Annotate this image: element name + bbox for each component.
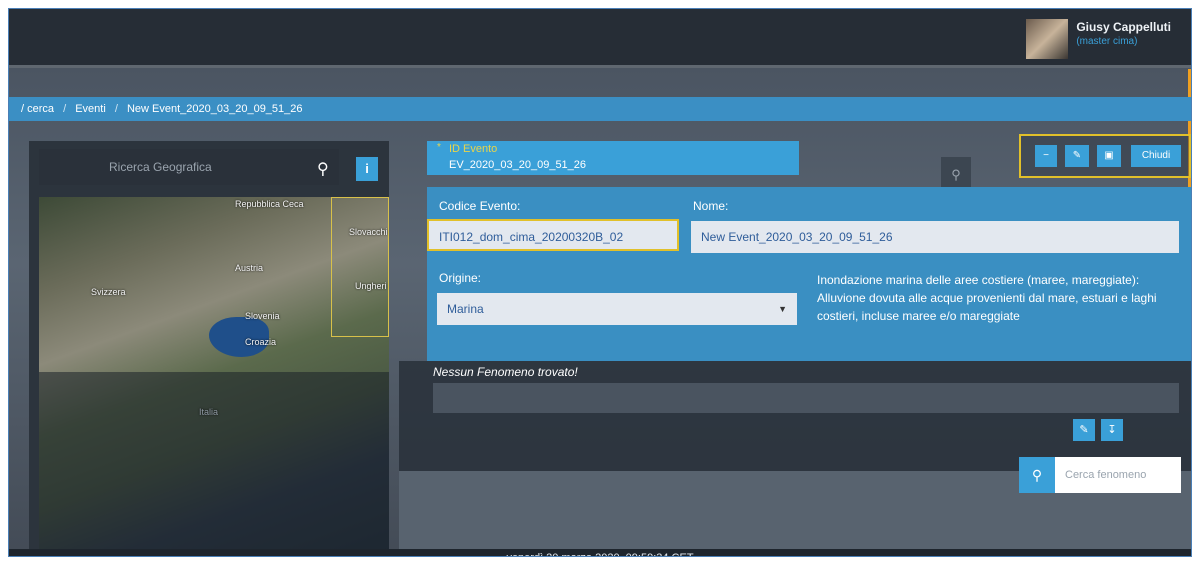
origine-description: Inondazione marina delle aree costiere (…: [817, 273, 1157, 323]
satellite-map[interactable]: Repubblica Ceca Slovacchi Austria Ungher…: [39, 197, 389, 551]
fenomeno-section: Nessun Fenomeno trovato! ✎ ↧: [399, 361, 1191, 471]
origine-value: Marina: [447, 302, 484, 316]
id-evento-box: * ID Evento EV_2020_03_20_09_51_26: [427, 141, 799, 175]
cerca-fenomeno-input[interactable]: Cerca fenomeno: [1065, 457, 1146, 493]
breadcrumb-separator: /: [63, 103, 67, 115]
top-header: Giusy Cappelluti (master cima): [9, 9, 1191, 65]
user-name: Giusy Cappelluti: [1076, 20, 1171, 34]
search-icon[interactable]: ⚲: [317, 159, 329, 179]
chiudi-button[interactable]: Chiudi: [1131, 145, 1181, 167]
codice-evento-label: Codice Evento:: [439, 199, 521, 213]
search-icon[interactable]: ⚲: [1019, 457, 1055, 493]
pencil-icon[interactable]: ✎: [1073, 419, 1095, 441]
nome-field[interactable]: New Event_2020_03_20_09_51_26: [691, 221, 1179, 253]
breadcrumb-separator: /: [114, 103, 118, 115]
save-icon[interactable]: ▣: [1097, 145, 1121, 167]
geo-search-input[interactable]: Ricerca Geografica: [39, 149, 339, 185]
action-toolbar: − ✎ ▣ Chiudi: [1019, 134, 1191, 178]
download-icon[interactable]: ↧: [1101, 419, 1123, 441]
edit-icon[interactable]: ✎: [1065, 145, 1089, 167]
breadcrumb-cerca[interactable]: / cerca: [21, 103, 54, 115]
map-label-slovenia: Slovenia: [245, 311, 280, 321]
breadcrumb: / cerca / Eventi / New Event_2020_03_20_…: [9, 97, 1191, 121]
geo-panel: Ricerca Geografica ⚲ i Repubblica Ceca S…: [29, 141, 389, 551]
avatar[interactable]: [1026, 19, 1069, 59]
codice-evento-field[interactable]: ITI012_dom_cima_20200320B_02: [427, 219, 679, 251]
origine-label: Origine:: [439, 271, 482, 285]
id-evento-label: ID Evento: [449, 143, 498, 155]
app-window: Giusy Cappelluti (master cima) / cerca /…: [8, 8, 1192, 557]
id-evento-value: EV_2020_03_20_09_51_26: [449, 159, 587, 171]
status-footer: venerdì 20 marzo 2020, 09:59:34 CET: [9, 549, 1191, 556]
map-selection-box: [331, 197, 389, 337]
minus-icon[interactable]: −: [1035, 145, 1057, 167]
no-fenomeno-message: Nessun Fenomeno trovato!: [433, 365, 578, 379]
cerca-fenomeno-box[interactable]: ⚲ Cerca fenomeno: [1019, 457, 1181, 493]
map-label-ceca: Repubblica Ceca: [235, 199, 304, 209]
event-form: Codice Evento: ITI012_dom_cima_20200320B…: [427, 187, 1191, 361]
map-overlay: [39, 372, 389, 551]
breadcrumb-eventi[interactable]: Eventi: [75, 103, 106, 115]
user-menu[interactable]: Giusy Cappelluti (master cima): [1026, 19, 1171, 59]
info-button[interactable]: i: [356, 157, 378, 181]
map-label-italia: Italia: [199, 407, 219, 417]
breadcrumb-current: New Event_2020_03_20_09_51_26: [126, 103, 303, 115]
map-label-svizzera: Svizzera: [91, 287, 126, 297]
map-label-croazia: Croazia: [245, 337, 277, 347]
required-marker: *: [437, 142, 441, 153]
nome-label: Nome:: [693, 199, 729, 213]
origine-select[interactable]: Marina ▼: [437, 293, 797, 325]
user-role: (master cima): [1076, 36, 1138, 47]
chevron-down-icon: ▼: [778, 304, 787, 314]
fenomeno-select[interactable]: [433, 383, 1179, 413]
map-label-austria: Austria: [235, 263, 264, 273]
